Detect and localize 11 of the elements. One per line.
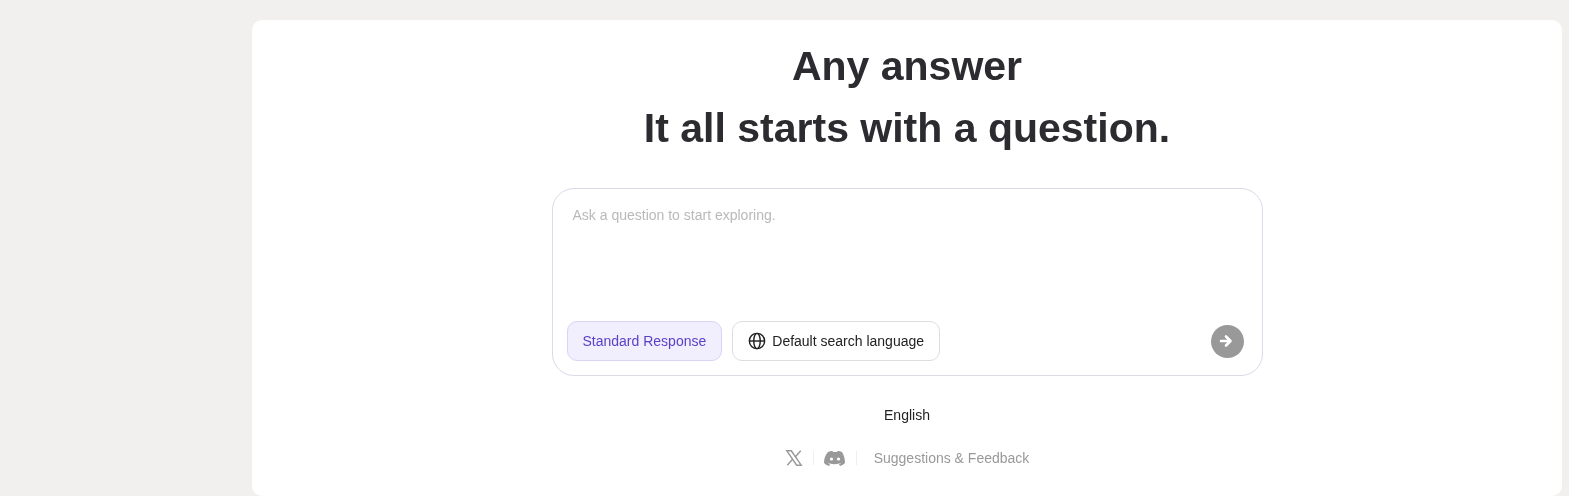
send-button[interactable] — [1210, 324, 1244, 358]
headline: Any answer — [791, 42, 1023, 90]
headline: It all starts with a question. — [643, 104, 1171, 152]
mode-button[interactable]: Standard Response — [566, 321, 723, 361]
arrow-right-icon — [1219, 333, 1235, 349]
chat-logo-icon[interactable] — [823, 449, 846, 467]
globe-icon — [748, 332, 767, 350]
x-logo-icon[interactable] — [784, 449, 803, 467]
language-button[interactable]: Default search language — [732, 321, 941, 361]
question-box[interactable]: Ask a question to start exploring. Standard Response Default search language — [551, 188, 1263, 376]
language-label[interactable]: English — [884, 407, 930, 423]
